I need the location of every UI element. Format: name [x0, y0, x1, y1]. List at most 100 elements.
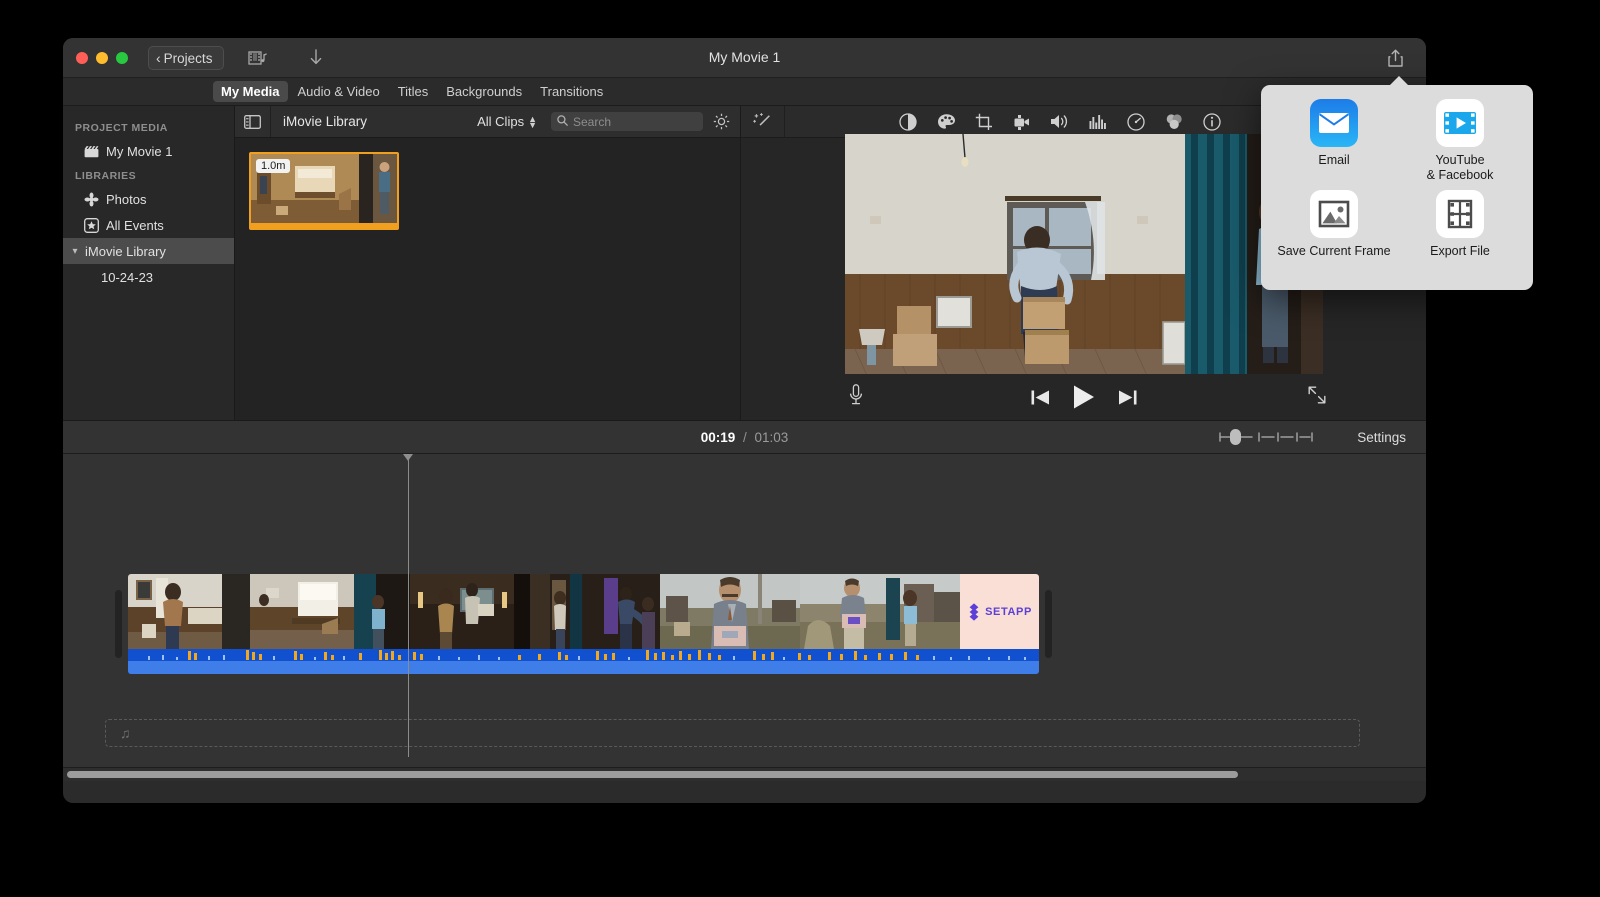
chevron-updown-icon: ▲ ▼ — [528, 113, 537, 130]
fullscreen-icon[interactable] — [1308, 386, 1326, 409]
clip-selection-bar — [251, 223, 397, 228]
filmstrip-endcard-frame: SETAPP — [960, 574, 1039, 649]
search-input-wrapper[interactable] — [551, 112, 703, 131]
player-controls — [741, 374, 1426, 420]
color-balance-icon[interactable] — [897, 111, 919, 133]
share-option-email[interactable]: Email — [1271, 99, 1397, 190]
search-icon — [557, 114, 568, 129]
video-preview[interactable] — [844, 134, 1323, 404]
filmstrip-frame — [410, 574, 530, 649]
timeline-settings-button[interactable]: Settings — [1357, 430, 1406, 445]
skip-to-start-icon[interactable] — [1031, 389, 1050, 406]
share-option-label: Save Current Frame — [1277, 243, 1391, 258]
chevron-down-icon[interactable]: ▾ — [69, 246, 81, 257]
sidebar-item-label: Photos — [106, 191, 147, 207]
timecode-separator: / — [742, 429, 747, 445]
clip-trim-handle-left[interactable] — [115, 590, 122, 658]
sidebar-item-imovie-library[interactable]: ▾ iMovie Library — [63, 238, 234, 264]
window-title: My Movie 1 — [708, 49, 781, 65]
filmstrip-frame — [128, 574, 250, 649]
title-bar: ‹ Projects My Movie 1 — [63, 38, 1426, 78]
share-option-label: YouTube & Facebook — [1426, 153, 1494, 182]
timeline-zoom-slider[interactable] — [1218, 428, 1314, 446]
filters-icon[interactable] — [1163, 111, 1185, 133]
setapp-wordmark: SETAPP — [985, 605, 1032, 618]
media-tab-bar: My Media Audio & Video Titles Background… — [63, 78, 1426, 106]
tab-titles[interactable]: Titles — [390, 81, 437, 102]
timeline[interactable]: SETAPP ♫ — [63, 454, 1426, 781]
playhead-line — [408, 460, 409, 757]
share-option-save-current-frame[interactable]: Save Current Frame — [1271, 189, 1397, 281]
share-popover-arrow — [1388, 76, 1410, 87]
crop-icon[interactable] — [973, 111, 995, 133]
browser-toolbar: iMovie Library All Clips ▲ ▼ — [235, 106, 740, 138]
share-option-label: Email — [1318, 153, 1350, 167]
music-note-icon: ♫ — [120, 725, 131, 741]
skip-to-end-icon[interactable] — [1118, 389, 1137, 406]
clapperboard-icon — [83, 143, 99, 159]
color-correction-icon[interactable] — [935, 111, 957, 133]
save-frame-icon — [1310, 189, 1358, 238]
tab-audio-video[interactable]: Audio & Video — [290, 81, 388, 102]
email-icon — [1310, 99, 1358, 147]
browser-title: iMovie Library — [283, 114, 368, 129]
info-icon[interactable] — [1201, 111, 1223, 133]
share-option-youtube-facebook[interactable]: YouTube & Facebook — [1397, 99, 1523, 190]
timeline-toolbar: 00:19 / 01:03 Settings — [63, 420, 1426, 454]
filmstrip-frame — [530, 574, 660, 649]
sidebar-item-photos[interactable]: Photos — [63, 186, 234, 212]
clip-duration-badge: 1.0m — [256, 159, 291, 173]
filmstrip-frame — [660, 574, 800, 649]
sidebar-item-label: 10-24-23 — [101, 269, 154, 285]
adjustment-tools — [897, 111, 1223, 133]
star-square-icon — [83, 217, 99, 233]
photos-flower-icon — [83, 191, 99, 207]
tab-backgrounds[interactable]: Backgrounds — [438, 81, 530, 102]
media-clip-thumbnail[interactable]: 1.0m — [249, 152, 399, 230]
upper-panes: PROJECT MEDIA My Movie 1 LIBRARIES Photo… — [63, 106, 1426, 420]
export-file-icon — [1436, 189, 1484, 238]
share-popover: Email YouTube & Facebook Save Current Fr… — [1261, 85, 1533, 290]
sidebar-item-label: All Events — [106, 217, 164, 233]
gear-icon[interactable] — [713, 113, 730, 130]
share-option-export-file[interactable]: Export File — [1397, 189, 1523, 281]
filmstrip-frame — [250, 574, 410, 649]
library-sidebar: PROJECT MEDIA My Movie 1 LIBRARIES Photo… — [63, 106, 235, 420]
imovie-window: ‹ Projects My Movie 1 My Media Audio & V… — [63, 38, 1426, 803]
share-option-label: Export File — [1430, 243, 1490, 258]
stabilization-icon[interactable] — [1011, 111, 1033, 133]
sidebar-header-libraries: LIBRARIES — [75, 170, 137, 182]
filmstrip-frame — [800, 574, 960, 649]
scrollbar-thumb[interactable] — [67, 771, 1238, 778]
sidebar-item-event-10-24-23[interactable]: 10-24-23 — [63, 264, 234, 290]
tab-transitions[interactable]: Transitions — [532, 81, 611, 102]
playhead[interactable] — [403, 454, 414, 757]
clip-filmstrip: SETAPP — [128, 574, 1039, 649]
timeline-video-clip[interactable]: SETAPP — [128, 574, 1039, 674]
all-clips-label: All Clips — [477, 114, 525, 129]
sidebar-item-label: iMovie Library — [85, 243, 166, 259]
magic-wand-icon[interactable] — [741, 106, 785, 137]
clip-trim-handle-right[interactable] — [1045, 590, 1052, 658]
timeline-horizontal-scrollbar[interactable] — [63, 767, 1426, 781]
sidebar-toggle-icon[interactable] — [235, 106, 271, 137]
sidebar-header-project-media: PROJECT MEDIA — [75, 122, 168, 134]
search-input[interactable] — [573, 114, 697, 129]
youtube-facebook-icon — [1436, 99, 1484, 147]
music-drop-zone[interactable]: ♫ — [105, 719, 1360, 747]
speed-icon[interactable] — [1125, 111, 1147, 133]
current-time: 00:19 — [700, 429, 736, 445]
sidebar-item-my-movie-1[interactable]: My Movie 1 — [63, 138, 234, 164]
all-clips-filter[interactable]: All Clips ▲ ▼ — [477, 114, 537, 129]
play-icon[interactable] — [1072, 384, 1096, 410]
clip-audio-waveform — [128, 649, 1039, 674]
setapp-logo-icon — [969, 602, 979, 621]
share-icon[interactable] — [1382, 46, 1408, 70]
volume-icon[interactable] — [1049, 111, 1071, 133]
browser-clip-grid: 1.0m — [235, 138, 740, 420]
equalizer-icon[interactable] — [1087, 111, 1109, 133]
sidebar-item-label: My Movie 1 — [106, 143, 173, 159]
media-browser: iMovie Library All Clips ▲ ▼ Search 1.0m — [235, 106, 740, 420]
tab-my-media[interactable]: My Media — [213, 81, 288, 102]
sidebar-item-all-events[interactable]: All Events — [63, 212, 234, 238]
